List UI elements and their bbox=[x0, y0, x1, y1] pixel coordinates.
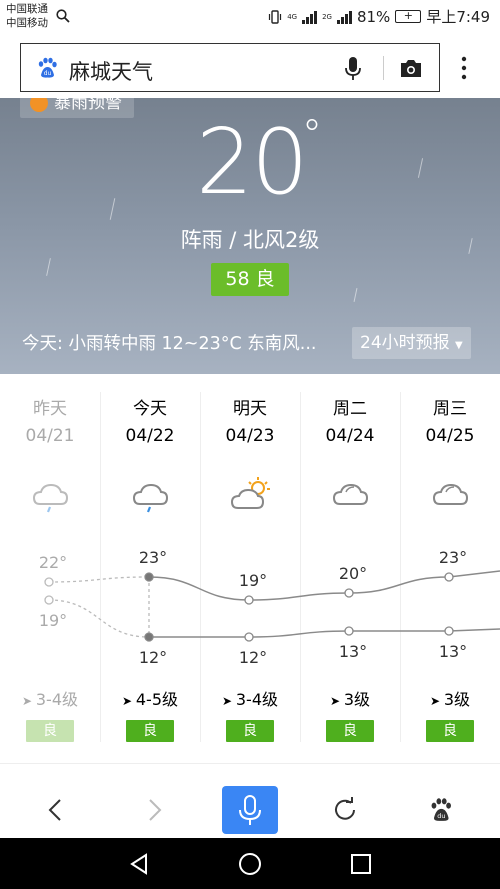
current-temperature: 20 bbox=[196, 110, 309, 215]
high-temp-point bbox=[344, 588, 354, 598]
rain-streak bbox=[417, 158, 424, 178]
hourly-forecast-label: 24小时预报 bbox=[360, 333, 450, 353]
high-temp-line-past bbox=[48, 576, 150, 583]
carrier-1: 中国联通 bbox=[6, 3, 48, 15]
low-temp-label: 13° bbox=[339, 642, 367, 661]
status-bar: 中国联通 中国移动 4G 2G 81% + 早上7:49 bbox=[0, 0, 500, 34]
nav-home-icon[interactable] bbox=[238, 852, 262, 876]
android-nav-bar bbox=[0, 838, 500, 889]
signal-icon-1 bbox=[302, 10, 318, 24]
rain-streak bbox=[109, 198, 116, 220]
low-temp-label: 13° bbox=[439, 642, 467, 661]
network-type-2: 2G bbox=[322, 12, 332, 21]
daily-forecast: 昨天 04/21 ➤ 3-4级良今天 04/22 ➤ 4-5级良明天 04/23 ➤ 3-4… bbox=[0, 374, 500, 766]
svg-text:du: du bbox=[44, 70, 52, 77]
today-summary: 今天: 小雨转中雨 12~23°C 东南风... bbox=[22, 334, 317, 354]
low-temp-label: 12° bbox=[239, 648, 267, 667]
low-temp-label: 12° bbox=[139, 648, 167, 667]
browser-bottom-bar: du bbox=[0, 764, 500, 838]
camera-icon[interactable] bbox=[399, 57, 423, 79]
dropdown-arrow-icon: ▼ bbox=[455, 340, 463, 351]
search-bar: du 麻城天气 bbox=[0, 34, 500, 98]
high-temp-label: 20° bbox=[339, 564, 367, 583]
high-temp-point bbox=[144, 572, 154, 582]
hourly-forecast-button[interactable]: 24小时预报 ▼ bbox=[352, 327, 471, 359]
forward-arrow-icon[interactable] bbox=[144, 798, 164, 822]
low-temp-point bbox=[144, 632, 154, 642]
baidu-home-icon[interactable]: du bbox=[428, 797, 454, 823]
temperature-chart: 22° 23° 19° 20° 23° 19° 12° 12° 13° 13° bbox=[39, 548, 500, 667]
degree-symbol: ° bbox=[302, 112, 322, 158]
nav-back-icon[interactable] bbox=[128, 853, 150, 875]
alert-label: 暴雨预警 bbox=[54, 98, 122, 113]
voice-search-icon[interactable] bbox=[343, 56, 363, 82]
high-temp-label: 23° bbox=[139, 548, 167, 567]
refresh-icon[interactable] bbox=[332, 797, 358, 823]
rain-streak bbox=[46, 258, 51, 276]
search-query[interactable]: 麻城天气 bbox=[69, 56, 153, 86]
battery-percent: 81% bbox=[356, 7, 391, 26]
aqi-badge[interactable]: 58 良 bbox=[211, 263, 289, 296]
high-temp-point bbox=[244, 595, 254, 605]
baidu-paw-icon: du bbox=[38, 57, 57, 78]
low-temp-point bbox=[344, 626, 354, 636]
low-temp-point bbox=[444, 626, 454, 636]
rain-streak bbox=[353, 288, 358, 302]
search-separator bbox=[383, 56, 384, 80]
carrier-2: 中国移动 bbox=[6, 17, 48, 29]
search-box[interactable]: du 麻城天气 bbox=[20, 43, 440, 92]
low-temp-point bbox=[44, 595, 54, 605]
current-weather-panel: 暴雨预警 20 ° 阵雨 / 北风2级 58 良 今天: 小雨转中雨 12~23… bbox=[0, 98, 500, 374]
current-condition: 阵雨 / 北风2级 bbox=[180, 228, 320, 252]
more-menu-icon[interactable] bbox=[460, 56, 468, 80]
signal-icon-2 bbox=[336, 10, 352, 24]
high-temp-label: 22° bbox=[39, 553, 67, 572]
high-temp-label: 23° bbox=[439, 548, 467, 567]
status-search-icon bbox=[56, 9, 70, 23]
status-right: 4G 2G 81% + 早上7:49 bbox=[268, 6, 490, 27]
high-temp-point bbox=[44, 577, 54, 587]
network-type-1: 4G bbox=[287, 12, 298, 21]
carrier-info: 中国联通 中国移动 bbox=[6, 2, 48, 30]
screen: 中国联通 中国移动 4G 2G 81% + 早上7:49 du 麻城天气 暴雨预… bbox=[0, 0, 500, 889]
alert-bell-icon bbox=[30, 98, 48, 112]
clock: 早上7:49 bbox=[426, 8, 490, 26]
low-temp-label: 19° bbox=[39, 611, 67, 630]
microphone-icon bbox=[239, 795, 261, 825]
back-arrow-icon[interactable] bbox=[46, 798, 66, 822]
svg-text:du: du bbox=[437, 812, 445, 820]
low-temp-point bbox=[244, 632, 254, 642]
high-temp-point bbox=[444, 572, 454, 582]
battery-icon: + bbox=[395, 10, 422, 23]
nav-recents-icon[interactable] bbox=[350, 853, 372, 875]
vibrate-icon bbox=[269, 9, 282, 24]
storm-alert-badge[interactable]: 暴雨预警 bbox=[20, 98, 134, 118]
high-temp-label: 19° bbox=[239, 571, 267, 590]
voice-button[interactable] bbox=[222, 786, 278, 834]
